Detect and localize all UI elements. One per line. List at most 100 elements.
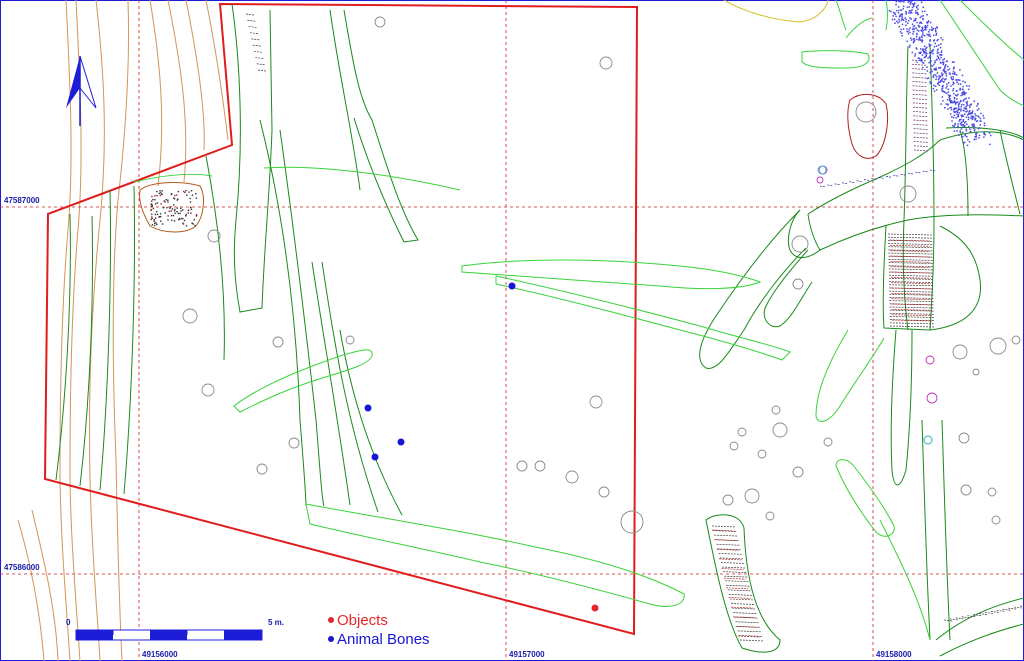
bone-fragment: [956, 74, 958, 76]
bone-fragment: [964, 108, 966, 110]
bone-fragment: [909, 45, 911, 47]
pit-fill: [155, 203, 156, 204]
hatch: [890, 310, 934, 311]
pit-fill: [173, 215, 174, 216]
pit: [988, 488, 996, 496]
hatch: [879, 177, 885, 178]
bone-fragment: [930, 39, 932, 41]
bone-fragment: [946, 84, 948, 86]
scale-start-label: 0: [66, 618, 70, 627]
bone-fragment: [962, 126, 964, 128]
bone-fragment: [929, 72, 931, 74]
bone-fragment: [975, 133, 977, 135]
hatch: [985, 612, 993, 613]
bone-fragment: [938, 44, 940, 46]
pit: [758, 450, 766, 458]
bone-fragment: [919, 26, 921, 28]
bone-fragment: [914, 28, 916, 30]
bone-fragment: [908, 20, 910, 22]
hatch: [729, 594, 753, 595]
bone-fragment: [930, 69, 932, 71]
bone-fragment: [938, 84, 940, 86]
bone-fragment: [898, 19, 900, 21]
pit-fill: [163, 207, 164, 208]
pit-fill: [159, 190, 160, 191]
bone-fragment: [984, 122, 986, 124]
bone-fragment: [966, 136, 968, 138]
bone-fragment: [935, 34, 937, 36]
bone-fragment: [916, 6, 918, 8]
bone-fragment: [977, 120, 979, 122]
bone-fragment: [916, 33, 918, 35]
bone-fragment: [951, 76, 953, 78]
bone-fragment: [962, 75, 964, 77]
bone-fragment: [936, 33, 938, 35]
pit-fill: [150, 219, 151, 220]
pit-fill: [176, 211, 177, 212]
bone-fragment: [909, 17, 911, 19]
bone-fragment: [944, 58, 946, 60]
bone-fragment: [911, 39, 913, 41]
bone-fragment: [923, 50, 925, 52]
bone-fragment: [960, 95, 962, 97]
bone-fragment: [936, 76, 938, 78]
bone-fragment: [947, 99, 949, 101]
pit-fill: [154, 220, 155, 221]
pit-fill: [191, 190, 192, 191]
hatch: [888, 237, 932, 238]
bone-fragment: [900, 1, 902, 3]
bone-fragment: [905, 13, 907, 15]
pit-fill: [196, 197, 197, 198]
bone-fragment: [934, 39, 936, 41]
bone-fragment: [899, 16, 901, 18]
hatch: [733, 613, 757, 614]
pit-fill: [188, 210, 189, 211]
bone-fragment: [948, 82, 950, 84]
hatch: [721, 562, 745, 563]
hatch: [888, 240, 932, 241]
bone-fragment: [900, 31, 902, 33]
bone-fragment: [967, 101, 969, 103]
pit: [953, 345, 967, 359]
bone-fragment: [903, 28, 905, 30]
hatch: [736, 622, 760, 623]
bone-fragment: [922, 67, 924, 69]
bone-fragment: [915, 12, 917, 14]
bone-fragment: [966, 104, 968, 106]
bone-fragment: [909, 1, 911, 3]
bone-fragment: [952, 73, 954, 75]
pit-fill: [178, 213, 179, 214]
pit-fill: [195, 193, 196, 194]
pit-fill: [171, 210, 172, 211]
hatch: [890, 245, 930, 246]
pit-fill: [166, 207, 167, 208]
bone-fragment: [975, 138, 977, 140]
bone-fragment: [962, 136, 964, 138]
bone-fragment: [954, 100, 956, 102]
bone-fragment: [918, 58, 920, 60]
hatch: [722, 567, 746, 568]
bone-fragment: [953, 82, 955, 84]
bone-fragment: [953, 93, 955, 95]
hatch: [246, 14, 254, 15]
bone-fragment: [953, 61, 955, 63]
bone-fragment: [940, 47, 942, 49]
pit-fill: [151, 196, 152, 197]
hatch: [889, 294, 933, 295]
bone-fragment: [902, 19, 904, 21]
bone-fragment: [892, 15, 894, 16]
pit-fill: [181, 218, 182, 219]
bone-fragment: [940, 57, 942, 59]
hatch: [891, 299, 931, 300]
bone-fragment: [920, 48, 922, 50]
pit-fill: [169, 211, 170, 212]
scale-end-label: 5 m.: [268, 618, 284, 627]
hatch: [888, 244, 932, 245]
pit-fill: [179, 213, 180, 214]
pit-fill: [184, 220, 185, 221]
bone-fragment: [934, 43, 936, 45]
hatch: [914, 150, 928, 151]
bone-fragment: [906, 41, 908, 43]
hatch: [712, 526, 736, 527]
pit: [535, 461, 545, 471]
